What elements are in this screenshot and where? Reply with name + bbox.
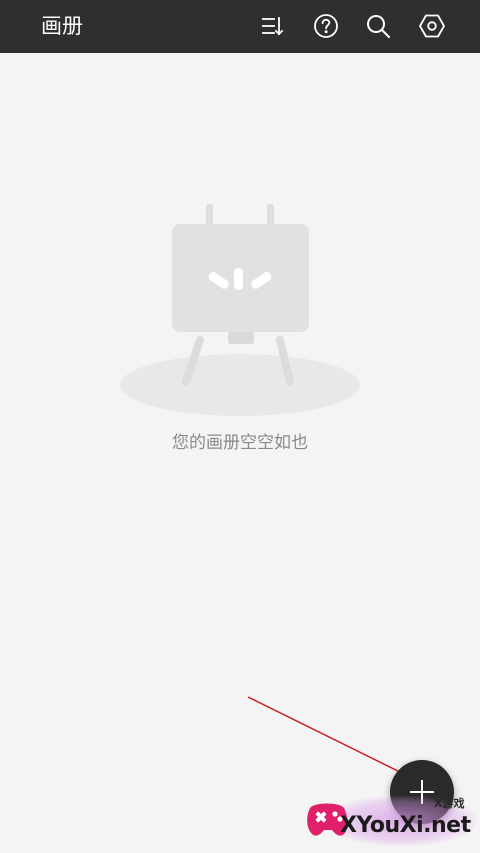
search-icon[interactable] xyxy=(364,12,392,40)
easel-shadow xyxy=(120,354,360,416)
empty-easel-illustration xyxy=(118,200,362,420)
help-icon[interactable] xyxy=(312,12,340,40)
empty-state-message: 您的画册空空如也 xyxy=(172,433,308,453)
page-title: 画册 xyxy=(41,14,83,38)
watermark-domain: XYouXi.net xyxy=(340,813,471,838)
sort-list-icon[interactable] xyxy=(258,12,286,40)
settings-icon[interactable] xyxy=(418,12,446,40)
watermark-tag: X游戏 xyxy=(434,797,465,810)
top-app-bar: 画册 xyxy=(0,0,480,53)
watermark: X游戏 XYouXi.net xyxy=(298,790,480,853)
annotation-arrow xyxy=(247,696,418,781)
